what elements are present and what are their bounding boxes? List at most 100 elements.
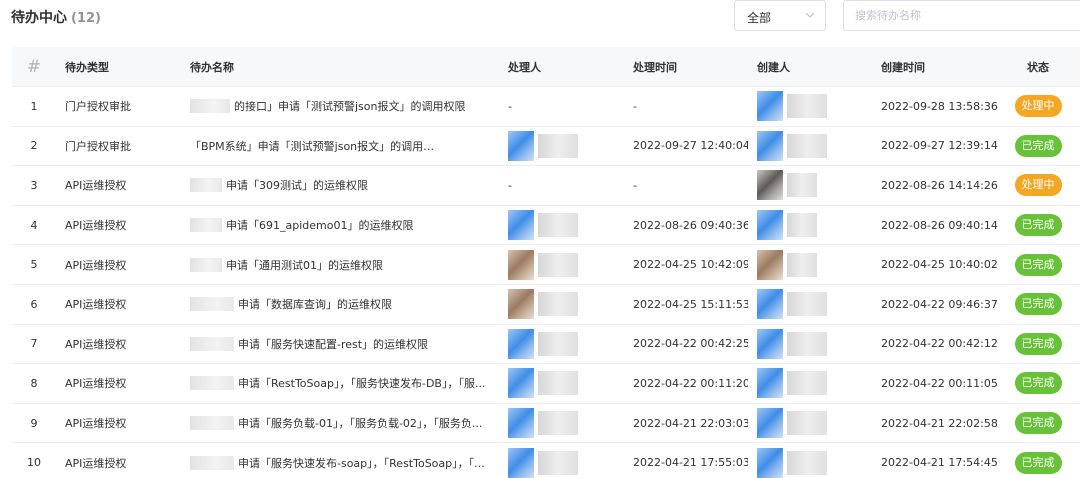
todo-table: # 待办类型 待办名称 处理人 处理时间 创建人 创建时间 状态 1 门户授权审… [12,47,1080,478]
redacted-text [190,218,222,233]
redacted-text [190,297,234,312]
todo-name-cell: 申请「服务快速配置-rest」的运维权限 [190,325,490,364]
redacted-name [787,213,817,238]
handler [508,127,618,166]
create-time: 2022-09-28 13:58:36 [881,99,998,113]
todo-type: API运维授权 [65,219,127,233]
handle-time: - [633,99,637,113]
avatar [508,447,534,478]
status-badge: 已完成 [1014,412,1062,435]
row-index: 4 [30,218,38,232]
table-row[interactable]: 2 门户授权审批 「BPM系统」申请「测试预警json报文」的调用权限 2022… [12,126,1080,167]
table-row[interactable]: 9 API运维授权 申请「服务负载-01」，「服务负载-02」，「服务负... … [12,403,1080,444]
todo-name-cell: 申请「309测试」的运维权限 [190,166,490,205]
handler-empty: - [508,178,512,192]
redacted-name [787,252,817,277]
table-row[interactable]: 8 API运维授权 申请「RestToSoap」，「服务快速发布-DB」，「服.… [12,364,1080,404]
table-row[interactable]: 3 API运维授权 申请「309测试」的运维权限 - - 2022-08-26 … [12,166,1080,206]
toolbar: 待办中心 (12) 全部 [0,0,1080,32]
handle-time: 2022-04-21 22:03:03 [633,416,748,430]
status-badge: 已完成 [1014,253,1062,276]
create-time: 2022-08-26 09:40:14 [881,218,998,232]
column-header-create-time: 创建时间 [881,60,925,74]
status-badge: 已完成 [1014,332,1062,355]
status-cell: 已完成 [1008,245,1068,284]
avatar [757,210,783,241]
table-row[interactable]: 4 API运维授权 申请「691_apidemo01」的运维权限 2022-08… [12,205,1080,246]
todo-name: 申请「309测试」的运维权限 [226,179,368,193]
redacted-name [787,450,827,475]
creator [757,325,867,364]
create-time: 2022-04-22 00:42:12 [881,337,998,351]
todo-type: 门户授权审批 [65,139,131,153]
status-cell: 处理中 [1008,87,1068,126]
creator [757,206,867,245]
handle-time: 2022-04-25 10:42:09 [633,258,748,272]
redacted-name [538,133,578,158]
redacted-text [190,376,234,391]
avatar [508,368,534,399]
todo-name: 申请「RestToSoap」，「服务快速发布-DB」，「服... [238,377,486,391]
create-time: 2022-09-27 12:39:14 [881,139,998,153]
handle-time: 2022-08-26 09:40:36 [633,218,748,232]
column-header-status: 状态 [1027,60,1049,74]
handle-time: 2022-04-21 17:55:03 [633,456,748,470]
todo-name-cell: 申请「691_apidemo01」的运维权限 [190,206,490,245]
search-input[interactable] [843,0,1080,31]
avatar [508,328,534,359]
todo-name: 申请「通用测试01」的运维权限 [226,258,383,272]
row-index: 6 [30,297,38,311]
redacted-name [538,292,578,317]
column-header-index: # [26,56,42,77]
redacted-text [190,99,230,114]
status-badge: 已完成 [1014,293,1062,316]
todo-type: API运维授权 [65,337,127,351]
avatar [757,130,783,161]
todo-name-cell: 的接口」申请「测试预警json报文」的调用权限 [190,87,490,126]
status-badge: 已完成 [1014,134,1062,157]
table-row[interactable]: 1 门户授权审批 的接口」申请「测试预警json报文」的调用权限 - - 202… [12,87,1080,127]
todo-name-cell: 申请「服务快速发布-soap」，「RestToSoap」，「... [190,443,490,478]
todo-name: 申请「691_apidemo01」的运维权限 [226,219,414,233]
row-index: 7 [30,337,38,351]
handler [508,325,618,364]
type-filter-select[interactable]: 全部 [734,0,826,31]
handler-empty: - [508,99,512,113]
redacted-name [538,213,578,238]
creator [757,87,867,126]
todo-type: API运维授权 [65,377,127,391]
table-row[interactable]: 5 API运维授权 申请「通用测试01」的运维权限 2022-04-25 10:… [12,245,1080,285]
handle-time: 2022-04-22 00:42:25 [633,337,748,351]
todo-name-cell: 「BPM系统」申请「测试预警json报文」的调用权限 [190,127,490,166]
avatar [757,249,783,280]
handler [508,364,618,403]
status-badge: 已完成 [1014,451,1062,474]
creator [757,364,867,403]
column-header-handler: 处理人 [508,60,541,74]
create-time: 2022-04-22 00:11:05 [881,376,998,390]
status-cell: 已完成 [1008,443,1068,478]
redacted-name [787,94,827,119]
redacted-name [538,331,578,356]
creator [757,285,867,324]
creator [757,166,867,205]
row-index: 5 [30,258,38,272]
table-row[interactable]: 10 API运维授权 申请「服务快速发布-soap」，「RestToSoap」，… [12,443,1080,478]
todo-count: (12) [71,11,101,26]
create-time: 2022-04-21 22:02:58 [881,416,998,430]
todo-type: API运维授权 [65,456,127,470]
table-row[interactable]: 6 API运维授权 申请「数据库查询」的运维权限 2022-04-25 15:1… [12,284,1080,325]
status-badge: 已完成 [1014,372,1062,395]
redacted-name [787,292,827,317]
status-badge: 处理中 [1014,95,1062,118]
avatar [757,289,783,320]
table-row[interactable]: 7 API运维授权 申请「服务快速配置-rest」的运维权限 2022-04-2… [12,324,1080,365]
redacted-name [787,173,817,198]
todo-name: 申请「服务快速发布-soap」，「RestToSoap」，「... [238,456,485,470]
type-filter-value: 全部 [747,11,772,25]
todo-name: 「BPM系统」申请「测试预警json报文」的调用权限 [190,139,440,153]
avatar [508,210,534,241]
creator [757,443,867,478]
status-cell: 已完成 [1008,404,1068,443]
avatar [508,249,534,280]
